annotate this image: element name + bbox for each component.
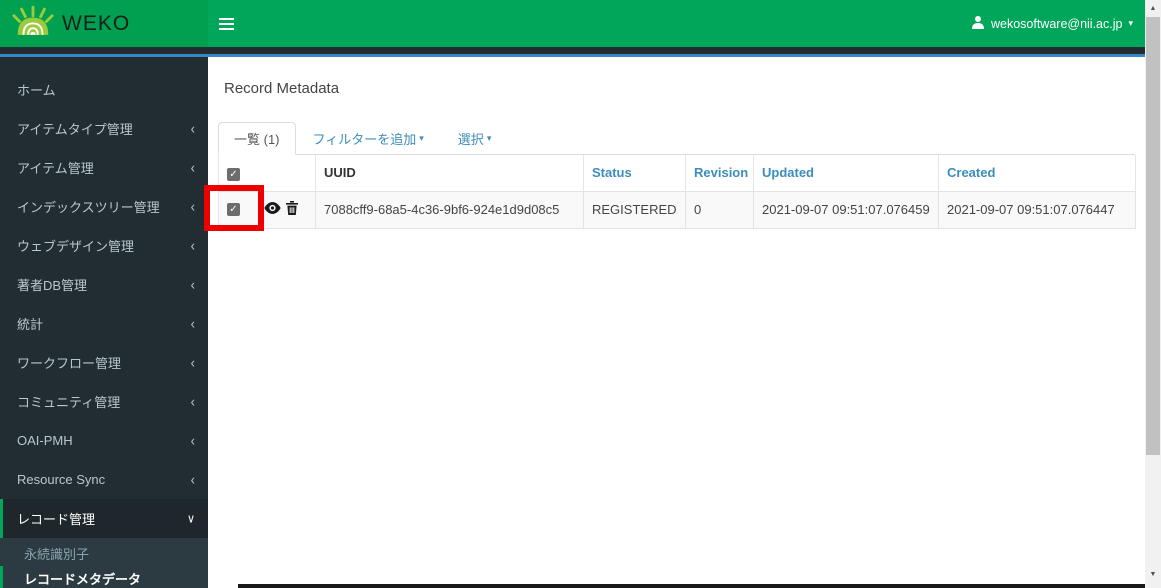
- sidebar-item-item-mgmt[interactable]: アイテム管理 ‹: [0, 148, 208, 187]
- sidebar-item-oai-pmh[interactable]: OAI-PMH ‹: [0, 421, 208, 460]
- select-dropdown[interactable]: 選択 ▾: [456, 123, 494, 154]
- caret-down-icon: ▾: [486, 133, 492, 143]
- weko-crown-icon: [12, 5, 54, 43]
- chevron-left-icon: ‹: [190, 237, 195, 254]
- navbar-shadow-strip: [0, 47, 1145, 54]
- chevron-left-icon: ‹: [190, 354, 195, 371]
- caret-down-icon: ▾: [419, 133, 424, 143]
- table-header-row: ✓ UUID Status Revision Updated Created: [218, 155, 1136, 192]
- chevron-left-icon: ‹: [190, 393, 195, 410]
- sidebar-item-indextree-mgmt[interactable]: インデックスツリー管理 ‹: [0, 187, 208, 226]
- chevron-left-icon: ‹: [190, 159, 195, 176]
- user-email: wekosoftware@nii.ac.jp: [990, 16, 1123, 31]
- chevron-left-icon: ‹: [190, 276, 195, 293]
- sidebar-item-workflow-mgmt[interactable]: ワークフロー管理 ‹: [0, 343, 208, 382]
- sidebar-item-webdesign-mgmt[interactable]: ウェブデザイン管理 ‹: [0, 226, 208, 265]
- records-table: ✓ UUID Status Revision Updated Created ✓: [218, 155, 1136, 229]
- eye-icon: [264, 202, 281, 217]
- brand-title: WEKO: [62, 11, 131, 35]
- sidebar-toggle-icon[interactable]: [219, 9, 249, 39]
- submenu-item-record-metadata[interactable]: レコードメタデータ: [0, 566, 208, 588]
- scroll-down-arrow-icon[interactable]: ▼: [1145, 566, 1161, 583]
- user-menu[interactable]: wekosoftware@nii.ac.jp ▾: [971, 15, 1133, 32]
- column-header-uuid: UUID: [315, 155, 584, 192]
- sidebar-item-home[interactable]: ホーム: [0, 70, 208, 109]
- select-all-checkbox[interactable]: ✓: [227, 167, 240, 181]
- bottom-bar: [238, 584, 1145, 588]
- sidebar-item-itemtype-mgmt[interactable]: アイテムタイプ管理 ‹: [0, 109, 208, 148]
- chevron-left-icon: ‹: [190, 432, 195, 449]
- caret-down-icon: ▾: [1128, 18, 1133, 28]
- scrollbar-thumb[interactable]: [1146, 17, 1160, 455]
- chevron-left-icon: ‹: [190, 120, 195, 137]
- cell-revision: 0: [685, 190, 754, 229]
- chevron-down-icon: ∨: [186, 512, 195, 526]
- column-header-created[interactable]: Created: [938, 155, 1136, 192]
- table-row: ✓ 7088cff9-68a5-4c36-9bf6-924e1d9d08c5 R…: [218, 190, 1136, 229]
- content-area: Record Metadata 一覧 (1) フィルターを追加 ▾ 選択 ▾ ✓: [208, 57, 1145, 588]
- cell-created: 2021-09-07 09:51:07.076447: [938, 190, 1136, 229]
- top-navbar: WEKO wekosoftware@nii.ac.jp ▾: [0, 0, 1145, 47]
- scroll-up-arrow-icon[interactable]: ▲: [1145, 0, 1161, 17]
- tab-list[interactable]: 一覧 (1): [218, 122, 296, 155]
- chevron-left-icon: ‹: [190, 471, 195, 488]
- sidebar-item-community-mgmt[interactable]: コミュニティ管理 ‹: [0, 382, 208, 421]
- add-filter-dropdown[interactable]: フィルターを追加 ▾: [311, 123, 426, 154]
- cell-status: REGISTERED: [583, 190, 686, 229]
- sidebar-item-statistics[interactable]: 統計 ‹: [0, 304, 208, 343]
- cell-uuid: 7088cff9-68a5-4c36-9bf6-924e1d9d08c5: [315, 190, 584, 229]
- submenu-item-pid[interactable]: 永続識別子: [0, 541, 208, 566]
- column-header-status[interactable]: Status: [583, 155, 686, 192]
- tab-bar: 一覧 (1) フィルターを追加 ▾ 選択 ▾: [218, 122, 1135, 155]
- user-icon: [971, 15, 985, 32]
- cell-updated: 2021-09-07 09:51:07.076459: [753, 190, 939, 229]
- chevron-left-icon: ‹: [190, 315, 195, 332]
- column-header-updated[interactable]: Updated: [753, 155, 939, 192]
- page-title: Record Metadata: [224, 80, 340, 97]
- column-header-revision[interactable]: Revision: [685, 155, 754, 192]
- sidebar-item-resource-sync[interactable]: Resource Sync ‹: [0, 460, 208, 499]
- trash-icon: [286, 201, 298, 218]
- sidebar-item-authordb-mgmt[interactable]: 著者DB管理 ‹: [0, 265, 208, 304]
- row-checkbox[interactable]: ✓: [227, 203, 240, 216]
- sidebar-nav: ホーム アイテムタイプ管理 ‹ アイテム管理 ‹ インデックスツリー管理 ‹ ウ…: [0, 57, 208, 588]
- vertical-scrollbar: ▲ ▼: [1145, 0, 1161, 588]
- chevron-left-icon: ‹: [190, 198, 195, 215]
- weko-logo[interactable]: WEKO: [0, 0, 208, 47]
- header-select-all-cell: ✓: [218, 155, 316, 192]
- weko-admin-window: WEKO wekosoftware@nii.ac.jp ▾ ホーム アイテムタイ…: [0, 0, 1161, 588]
- sidebar-item-record-mgmt[interactable]: レコード管理 ∨: [0, 499, 208, 538]
- delete-record-button[interactable]: [286, 201, 298, 218]
- row-controls-cell: ✓: [218, 190, 316, 229]
- view-record-button[interactable]: [264, 202, 281, 217]
- record-mgmt-submenu: 永続識別子 レコードメタデータ: [0, 538, 208, 588]
